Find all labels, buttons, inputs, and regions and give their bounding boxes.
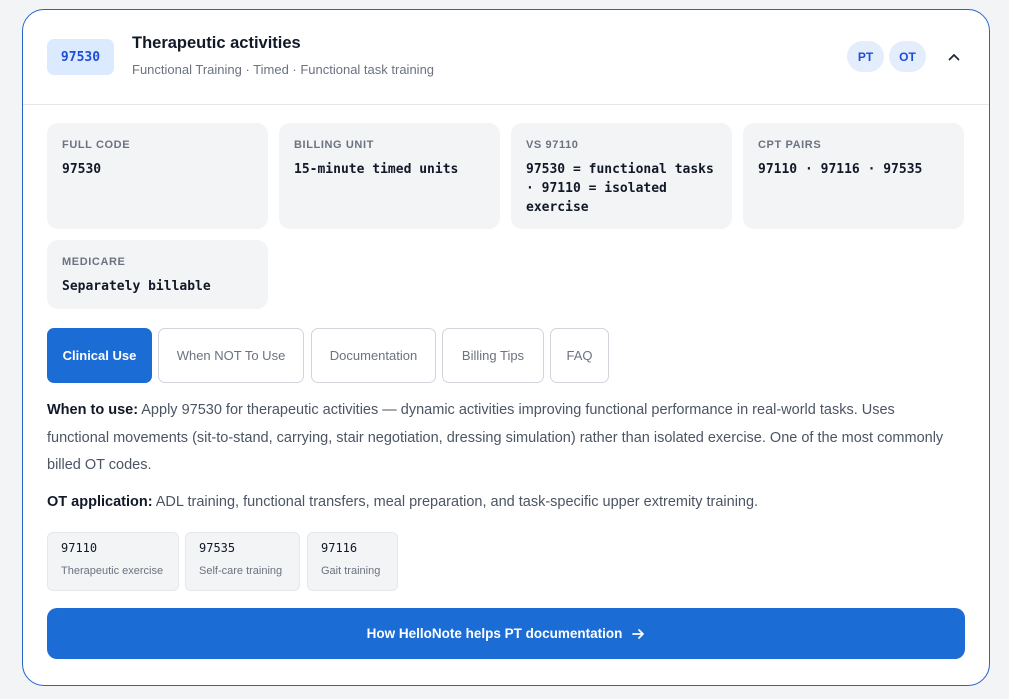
related-code-97535[interactable]: 97535 Self-care training xyxy=(185,532,300,591)
info-label: FULL CODE xyxy=(62,139,131,151)
ot-application-paragraph: OT application: ADL training, functional… xyxy=(47,489,957,517)
related-desc: Therapeutic exercise xyxy=(61,565,164,577)
hellonote-cta-button[interactable]: How HelloNote helps PT documentation xyxy=(47,608,965,659)
when-to-use-text: Apply 97530 for therapeutic activities —… xyxy=(47,402,944,473)
info-label: VS 97110 xyxy=(526,139,579,151)
code-subtitle: Functional Training · Timed · Functional… xyxy=(132,62,435,77)
info-label: BILLING UNIT xyxy=(294,139,374,151)
related-desc: Self-care training xyxy=(199,565,283,577)
info-cpt-pairs: CPT PAIRS 97110 · 97116 · 97535 xyxy=(743,123,964,229)
info-medicare: MEDICARE Separately billable xyxy=(47,240,268,309)
chevron-up-icon xyxy=(948,54,960,61)
related-code: 97110 xyxy=(61,541,98,555)
tab-clinical-use[interactable]: Clinical Use xyxy=(47,328,152,383)
info-value: 97530 = functional tasks · 97110 = isola… xyxy=(526,162,714,215)
code-title: Therapeutic activities xyxy=(132,34,301,52)
info-value: 15-minute timed units xyxy=(294,162,459,177)
ot-application-label: OT application: xyxy=(47,494,153,510)
info-label: MEDICARE xyxy=(62,256,126,268)
related-code: 97116 xyxy=(321,541,358,555)
collapse-button[interactable] xyxy=(942,45,966,69)
related-desc: Gait training xyxy=(321,565,381,577)
arrow-right-icon xyxy=(632,628,645,640)
info-vs-97110: VS 97110 97530 = functional tasks · 9711… xyxy=(511,123,732,229)
cta-label: How HelloNote helps PT documentation xyxy=(366,626,623,641)
discipline-badge-pt: PT xyxy=(847,41,884,72)
tab-billing-tips[interactable]: Billing Tips xyxy=(442,328,544,383)
related-code-97116[interactable]: 97116 Gait training xyxy=(307,532,398,591)
tab-documentation[interactable]: Documentation xyxy=(311,328,436,383)
info-full-code: FULL CODE 97530 xyxy=(47,123,268,229)
when-to-use-label: When to use: xyxy=(47,402,139,418)
related-code-97110[interactable]: 97110 Therapeutic exercise xyxy=(47,532,179,591)
info-value: 97530 xyxy=(62,162,102,177)
discipline-badge-ot: OT xyxy=(889,41,926,72)
code-badge: 97530 xyxy=(47,39,114,75)
info-billing-unit: BILLING UNIT 15-minute timed units xyxy=(279,123,500,229)
info-value: 97110 · 97116 · 97535 xyxy=(758,162,923,177)
when-to-use-paragraph: When to use: Apply 97530 for therapeutic… xyxy=(47,397,957,480)
tab-faq[interactable]: FAQ xyxy=(550,328,609,383)
tab-when-not-to-use[interactable]: When NOT To Use xyxy=(158,328,304,383)
card-header: 97530 Therapeutic activities Functional … xyxy=(23,10,989,105)
info-label: CPT PAIRS xyxy=(758,139,822,151)
ot-application-text: ADL training, functional transfers, meal… xyxy=(155,494,759,510)
info-value: Separately billable xyxy=(62,279,211,294)
related-code: 97535 xyxy=(199,541,236,555)
cpt-code-card: 97530 Therapeutic activities Functional … xyxy=(22,9,990,686)
